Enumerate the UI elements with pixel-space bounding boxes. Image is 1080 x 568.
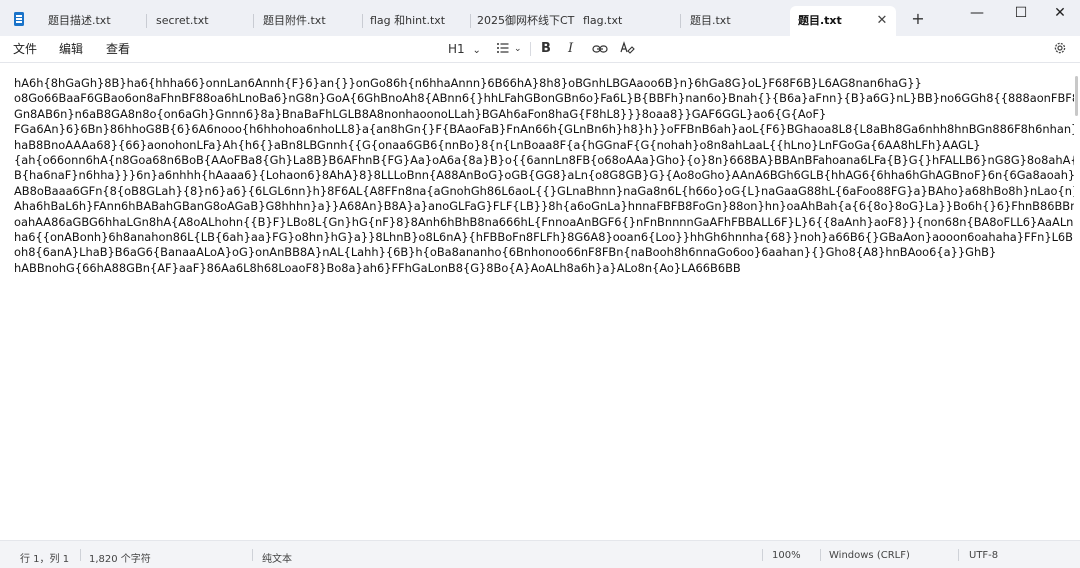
tab-label: 题目描述.txt bbox=[48, 14, 111, 27]
text-line: Gn8AB6n}n6aB8GA8n8o{on6aGh}Gnnn6}8a}BnaB… bbox=[14, 106, 827, 121]
status-separator bbox=[820, 549, 821, 561]
toolbar-separator bbox=[530, 42, 531, 56]
tab-secret[interactable]: secret.txt bbox=[156, 6, 248, 36]
italic-icon[interactable]: I bbox=[568, 40, 573, 58]
clear-format-icon bbox=[620, 41, 635, 54]
tab-separator bbox=[680, 14, 681, 28]
status-separator bbox=[80, 549, 81, 561]
tab-label: secret.txt bbox=[156, 14, 209, 27]
text-line: FGa6An}6}6Bn}86hhoG8B{6}6A6nooo{h6hhohoa… bbox=[14, 122, 1074, 137]
text-line: ha6{{onABonh}6h8anahon86L{LB{6ah}aa}FG}o… bbox=[14, 230, 1074, 245]
text-line: oh8{6anA}LhaB}B6aG6{BanaaALoA}oG}onAnBB8… bbox=[14, 245, 997, 260]
bold-icon[interactable]: B bbox=[541, 40, 551, 58]
heading-label: H1 bbox=[448, 42, 465, 56]
tab-flag[interactable]: flag.txt bbox=[583, 6, 675, 36]
menu-toolbar: 文件 编辑 查看 H1 ⌄ ⌄ B I bbox=[0, 36, 1080, 62]
text-editor[interactable]: hA6h{8hGaGh}8B}ha6{hhha66}onnLan6Annh{F}… bbox=[14, 76, 1074, 276]
text-line: B{ha6naF}n6hha}}}6n}a6nhhh{hAaaa6}{Lohao… bbox=[14, 168, 1074, 183]
minimize-button[interactable]: — bbox=[962, 4, 992, 22]
vertical-scrollbar[interactable] bbox=[1075, 76, 1078, 116]
text-mode[interactable]: 纯文本 bbox=[262, 550, 292, 565]
line-ending[interactable]: Windows (CRLF) bbox=[829, 550, 910, 561]
text-line: AB8oBaaa6GFn{8{oB8GLah}{8}n6}a6}{6LGL6nn… bbox=[14, 183, 1074, 198]
tab-label: flag 和hint.txt bbox=[370, 14, 446, 27]
text-line: Aha6hBaL6h}FAnn6hBABahGBanG8oAGaB}G8hhhn… bbox=[14, 199, 1074, 214]
tab-separator bbox=[470, 14, 471, 28]
text-line: haB8BnoAAAa68}{66}aonohonLFa}Ah{h6{}aBn8… bbox=[14, 137, 981, 152]
status-separator bbox=[958, 549, 959, 561]
text-line: hABBnohG{66hA88GBn{AF}aaF}86Aa6L8h68Loao… bbox=[14, 260, 741, 275]
character-count: 1,820 个字符 bbox=[89, 554, 151, 565]
tab-label: 2025御网杯线下CTF+ bbox=[477, 14, 575, 27]
heading-dropdown[interactable]: H1 ⌄ bbox=[448, 40, 481, 58]
cursor-position: 行 1，列 1 bbox=[20, 554, 70, 565]
maximize-button[interactable]: ☐ bbox=[1006, 4, 1036, 22]
close-window-button[interactable]: ✕ bbox=[1045, 4, 1075, 22]
tab-flag-hint[interactable]: flag 和hint.txt bbox=[370, 6, 466, 36]
toolbar-divider bbox=[0, 62, 1080, 63]
settings-button[interactable] bbox=[1053, 41, 1067, 59]
link-icon bbox=[592, 45, 608, 53]
list-icon bbox=[497, 43, 509, 53]
clear-format-button[interactable] bbox=[619, 41, 635, 59]
chevron-down-icon: ⌄ bbox=[472, 45, 481, 56]
encoding[interactable]: UTF-8 bbox=[969, 550, 998, 561]
list-button[interactable] bbox=[496, 41, 510, 59]
tab-label: flag.txt bbox=[583, 14, 623, 27]
status-separator bbox=[252, 549, 253, 561]
tab-separator bbox=[146, 14, 147, 28]
text-line: {ah{o66onn6hA{n8Goa68n6BoB{AAoFBa8{Gh}La… bbox=[14, 153, 1074, 168]
menu-edit[interactable]: 编辑 bbox=[59, 40, 83, 57]
tab-separator bbox=[253, 14, 254, 28]
chevron-down-icon[interactable]: ⌄ bbox=[514, 40, 522, 58]
tab-题目描述[interactable]: 题目描述.txt bbox=[48, 6, 140, 36]
tab-label: 题目.txt bbox=[690, 14, 731, 27]
zoom-level[interactable]: 100% bbox=[772, 550, 801, 561]
tab-题目附件[interactable]: 题目附件.txt bbox=[263, 6, 358, 36]
status-separator bbox=[762, 549, 763, 561]
settings-icon bbox=[1054, 42, 1066, 54]
new-tab-button[interactable]: + bbox=[910, 11, 926, 27]
notepad-icon bbox=[14, 12, 24, 26]
notepad-window: 题目描述.txt secret.txt 题目附件.txt flag 和hint.… bbox=[0, 0, 1080, 568]
tab-题目-active[interactable]: 题目.txt ✕ bbox=[790, 6, 896, 36]
tab-2025-ctf[interactable]: 2025御网杯线下CTF+ bbox=[477, 6, 575, 36]
menu-view[interactable]: 查看 bbox=[106, 40, 130, 57]
menu-file[interactable]: 文件 bbox=[13, 40, 37, 57]
tab-label: 题目附件.txt bbox=[263, 14, 326, 27]
text-line: o8Go66BaaF6GBao6on8aFhnBF88oa6hLnoBa6}nG… bbox=[14, 91, 1074, 106]
close-tab-icon[interactable]: ✕ bbox=[874, 13, 890, 29]
link-button[interactable] bbox=[592, 42, 608, 60]
status-bar: 行 1，列 1 1,820 个字符 纯文本 100% Windows (CRLF… bbox=[0, 540, 1080, 568]
tab-separator bbox=[362, 14, 363, 28]
tab-bar: 题目描述.txt secret.txt 题目附件.txt flag 和hint.… bbox=[0, 0, 1080, 36]
tab-题目-1[interactable]: 题目.txt bbox=[690, 6, 782, 36]
text-line: oahAA86aGBG6hhaLGn8hA{A8oALhohn{{B}F}LBo… bbox=[14, 214, 1074, 229]
text-line: hA6h{8hGaGh}8B}ha6{hhha66}onnLan6Annh{F}… bbox=[14, 76, 922, 90]
